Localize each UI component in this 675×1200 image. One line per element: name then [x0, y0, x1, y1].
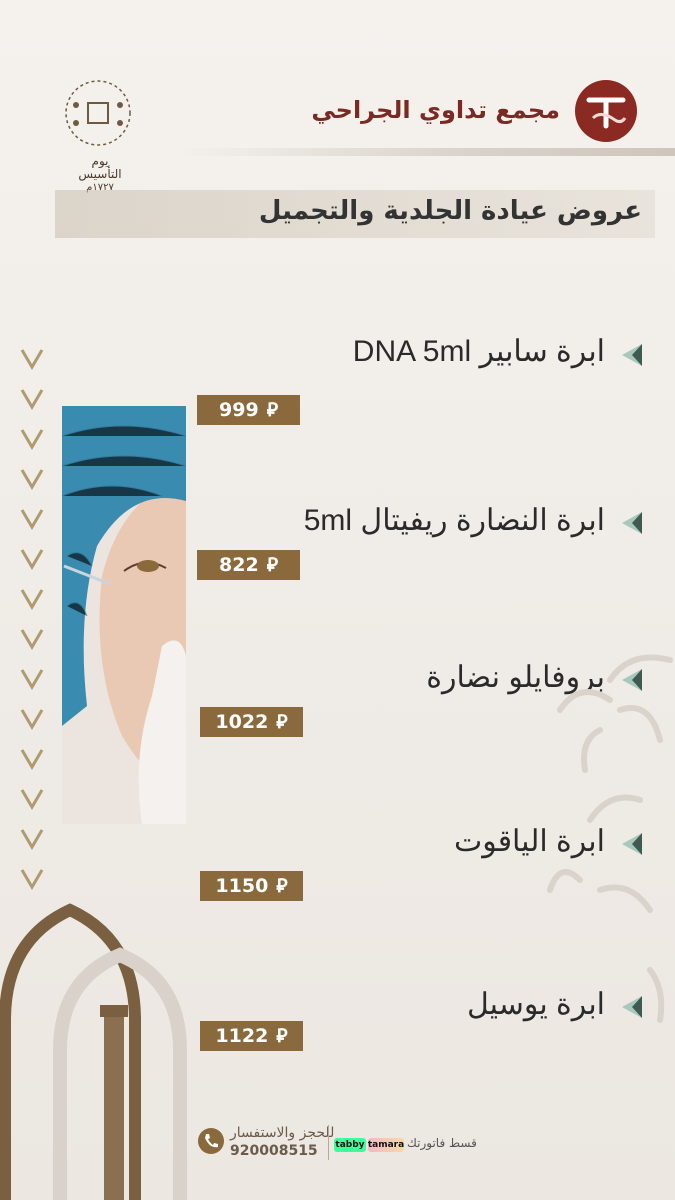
price-tag: 1022 ⃁	[200, 707, 303, 737]
triangle-bullet-icon	[622, 344, 642, 366]
triangle-bullet-icon	[622, 512, 642, 534]
offer-name: ابرة النضارة ريفيتال 5ml	[303, 504, 605, 537]
riyal-currency-icon: ⃁	[276, 875, 288, 897]
phone-number[interactable]: 920008515	[230, 1143, 318, 1159]
price-value: 822	[219, 554, 259, 576]
palm-decoration	[547, 654, 673, 1023]
price-tag: 1122 ⃁	[200, 1021, 303, 1051]
price-tag: 999 ⃁	[197, 395, 300, 425]
price-value: 1150	[215, 875, 269, 897]
clinic-name: مجمع تداوي الجراحي	[311, 96, 560, 124]
price-tag: 822 ⃁	[197, 550, 300, 580]
footer-divider	[328, 1125, 329, 1160]
riyal-currency-icon: ⃁	[266, 554, 278, 576]
founding-day-emblem: يوم التأسيس ١٧٢٧م	[60, 75, 140, 195]
tamara-logo: tamara	[367, 1138, 405, 1152]
riyal-currency-icon: ⃁	[266, 399, 278, 421]
booking-label: للحجز والاستفسار	[230, 1125, 335, 1141]
arch-decoration	[0, 903, 187, 1200]
offer-name: ابرة سابير DNA 5ml	[352, 335, 605, 368]
price-tag: 1150 ⃁	[200, 871, 303, 901]
phone-icon	[198, 1128, 224, 1154]
founding-line2: التأسيس	[78, 167, 122, 181]
riyal-currency-icon: ⃁	[276, 1025, 288, 1047]
riyal-currency-icon: ⃁	[276, 711, 288, 733]
price-value: 1022	[215, 711, 269, 733]
clinic-logo-icon	[575, 80, 637, 142]
price-value: 999	[219, 399, 259, 421]
treatment-photo	[62, 406, 186, 824]
price-value: 1122	[215, 1025, 269, 1047]
tabby-logo: tabby	[334, 1138, 366, 1152]
section-title: عروض عيادة الجلدية والتجميل	[258, 196, 642, 226]
header-divider	[178, 148, 675, 156]
installment-label: قسط فاتورتك	[407, 1136, 477, 1150]
chevron-pattern-decoration	[20, 349, 44, 890]
